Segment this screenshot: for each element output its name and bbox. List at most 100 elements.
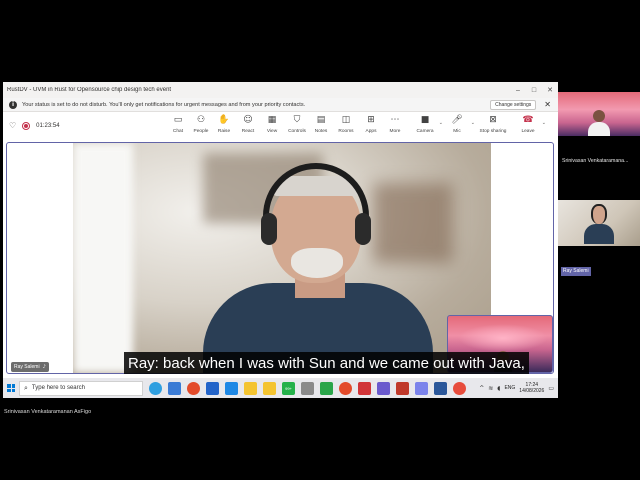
store-icon[interactable] [168, 381, 181, 395]
mic-icon: 🎤︎ [451, 115, 463, 125]
taskbar-search-box[interactable]: ⌕ Type here to search [19, 380, 143, 396]
wifi-icon[interactable]: ≋ [488, 385, 493, 392]
notification-icon[interactable]: ▭ [548, 385, 554, 392]
notes-icon: ▤ [316, 115, 326, 125]
close-notice-icon[interactable]: ✕ [544, 100, 551, 109]
speaker-name-tag: Ray Salemi ♪ [11, 362, 49, 372]
presenter-label: Srinivasan Venkataramanan AsFigo [4, 409, 92, 415]
caption-text: Ray: back when I was with Sun and we cam… [128, 354, 525, 372]
maximize-button[interactable]: □ [526, 82, 542, 98]
chrome-icon[interactable] [339, 381, 352, 395]
smiley-icon: ☺ [243, 115, 253, 125]
window-titlebar: RustDV - UVM in Rust for Opensource chip… [3, 82, 558, 98]
teams-meeting-window: RustDV - UVM in Rust for Opensource chip… [3, 82, 558, 378]
recording-icon [22, 121, 31, 130]
folder-icon[interactable] [263, 381, 276, 395]
ellipsis-icon: ⋯ [390, 115, 400, 125]
volume-icon[interactable]: ◖ [497, 385, 500, 392]
dnd-notice-message: Your status is set to do not disturb. Yo… [22, 101, 306, 108]
view-button[interactable]: ▦ View [259, 115, 285, 137]
app-icon[interactable] [225, 381, 238, 395]
react-label: React [241, 129, 255, 134]
search-placeholder: Type here to search [31, 385, 85, 391]
chevron-down-icon[interactable]: ⌄ [439, 120, 443, 126]
more-label: More [389, 129, 401, 134]
mic-label: Mic [453, 129, 461, 134]
acrobat-icon[interactable] [358, 381, 371, 395]
participant-name-srinivasan: Srinivasan Venkataramana... [562, 158, 629, 164]
leave-button[interactable]: ☎ Leave ⌄ [515, 115, 546, 137]
apps-button[interactable]: ⊞ Apps [358, 115, 384, 137]
speaker-video [73, 143, 491, 373]
shield-icon[interactable]: ♡ [9, 121, 16, 130]
chevron-down-icon[interactable]: ⌄ [471, 120, 475, 126]
headphones [263, 163, 369, 223]
chevron-down-icon[interactable]: ⌄ [542, 120, 546, 126]
speaker-figure [203, 163, 433, 373]
meeting-toolbar: ♡ 01:23:54 ▭ Chat ⚇ People ✋ Raise ☺ Rea… [3, 112, 558, 140]
live-caption: Ray: back when I was with Sun and we cam… [124, 352, 529, 374]
stop-sharing-button[interactable]: ⊠ Stop sharing [479, 115, 507, 137]
chat-label: Chat [172, 129, 184, 134]
chat-icon: ▭ [173, 115, 183, 125]
windows-taskbar: ⌕ Type here to search 99+ ^ ≋ ◖ ENG 17:2… [3, 378, 558, 398]
stop-share-icon: ⊠ [489, 115, 497, 125]
participant-name-ray: Ray Salemi [561, 267, 591, 276]
rooms-icon: ◫ [341, 115, 351, 125]
language-indicator[interactable]: ENG [504, 385, 515, 391]
app-icon[interactable] [396, 381, 409, 395]
mic-button[interactable]: 🎤︎ Mic ⌄ [444, 115, 475, 137]
mail-icon[interactable] [206, 381, 219, 395]
grid-icon: ▦ [267, 115, 277, 125]
apps-label: Apps [365, 129, 377, 134]
folder-icon[interactable] [244, 381, 257, 395]
windows-logo-icon [7, 384, 15, 392]
participant-tile-srinivasan[interactable] [558, 92, 640, 136]
change-settings-button[interactable]: Change settings [490, 99, 537, 110]
participant-tile-ray[interactable] [558, 200, 640, 246]
edge-icon[interactable] [149, 381, 162, 395]
close-window-button[interactable]: ✕ [542, 82, 558, 98]
controls-label: Controls [288, 129, 306, 134]
screen: RustDV - UVM in Rust for Opensource chip… [0, 0, 640, 480]
start-button[interactable] [3, 378, 19, 398]
meeting-timer: 01:23:54 [36, 122, 60, 129]
meeting-stage: Ray Salemi ♪ [6, 142, 554, 374]
notes-label: Notes [314, 129, 328, 134]
excel-icon[interactable] [320, 381, 333, 395]
notes-button[interactable]: ▤ Notes [308, 115, 334, 137]
camera-button[interactable]: ■ Camera ⌄ [412, 115, 443, 137]
clock-date: 14/08/2026 [519, 388, 545, 394]
rooms-button[interactable]: ◫ Rooms [333, 115, 359, 137]
search-icon: ⌕ [24, 383, 28, 392]
app-icon[interactable] [301, 381, 314, 395]
hand-icon: ✋ [218, 115, 230, 125]
mic-icon: ♪ [42, 364, 46, 370]
window-title: RustDV - UVM in Rust for Opensource chip… [7, 87, 172, 93]
raise-label: Raise [217, 129, 231, 134]
chrome-icon[interactable] [187, 381, 200, 395]
raise-hand-button[interactable]: ✋ Raise [211, 115, 237, 137]
app-icon[interactable] [453, 381, 466, 395]
controls-button[interactable]: ⛉ Controls [284, 115, 310, 137]
meeting-status: ♡ 01:23:54 [9, 121, 60, 130]
word-icon[interactable] [434, 381, 447, 395]
info-icon: i [9, 100, 17, 109]
shield-person-icon: ⛉ [293, 115, 301, 125]
react-button[interactable]: ☺ React [235, 115, 261, 137]
chevron-up-icon[interactable]: ^ [479, 385, 484, 392]
people-icon: ⚇ [196, 115, 206, 125]
view-label: View [266, 129, 278, 134]
hang-up-icon: ☎ [522, 115, 534, 125]
clock[interactable]: 17:24 14/08/2026 [519, 382, 544, 394]
more-button[interactable]: ⋯ More [382, 115, 408, 137]
dnd-notice-bar: i Your status is set to do not disturb. … [3, 98, 558, 112]
minimize-button[interactable]: – [510, 82, 526, 98]
stop-sharing-label: Stop sharing [479, 129, 507, 134]
camera-label: Camera [416, 129, 434, 134]
system-tray: ^ ≋ ◖ ENG 17:24 14/08/2026 ▭ [479, 378, 554, 398]
onenote-icon[interactable] [377, 381, 390, 395]
whatsapp-icon[interactable]: 99+ [282, 381, 295, 395]
teams-icon[interactable] [415, 381, 428, 395]
speaker-name: Ray Salemi [14, 364, 40, 370]
